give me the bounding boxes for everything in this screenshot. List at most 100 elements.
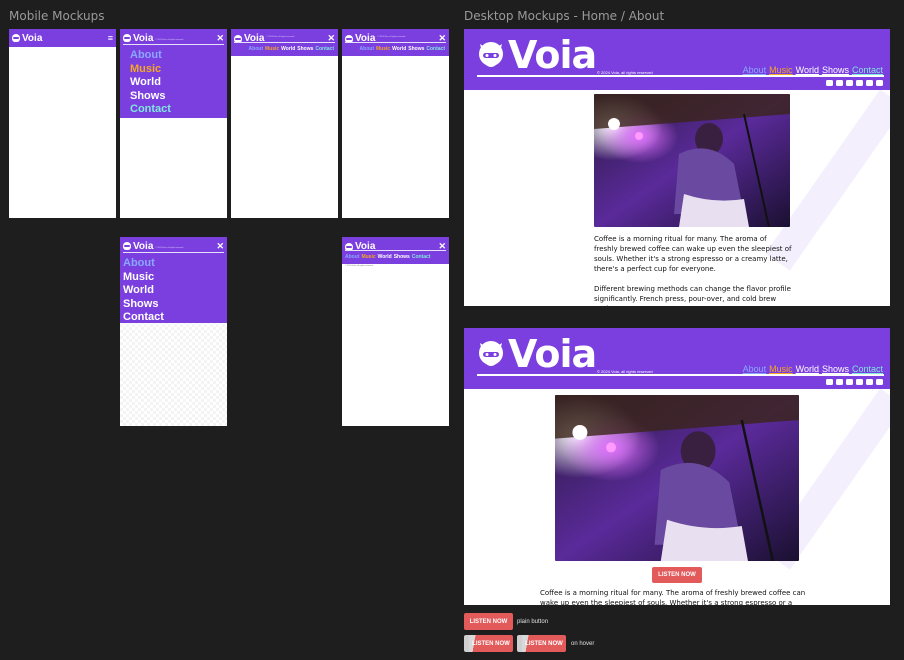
mini-copyright: © 2024 Voia, all rights reserved xyxy=(155,246,184,249)
nav-music[interactable]: Music xyxy=(361,254,375,260)
inline-nav: About Music World Shows Contact xyxy=(345,254,430,260)
nav-music[interactable]: Music xyxy=(769,364,793,374)
mobile-mockup-inline-nav-3: Voia ✕ About Music World Shows Contact ©… xyxy=(342,237,449,426)
youtube-icon[interactable] xyxy=(826,80,833,86)
header-underline xyxy=(123,252,224,253)
tiktok-icon[interactable] xyxy=(866,80,873,86)
menu-item-shows[interactable]: Shows xyxy=(123,298,217,312)
instagram-icon[interactable] xyxy=(846,80,853,86)
menu-item-about[interactable]: About xyxy=(130,49,217,63)
mobile-header: Voia © 2024 Voia, all rights reserved ✕ … xyxy=(231,29,338,56)
voia-logo-icon xyxy=(12,34,20,42)
mobile-header: Voia © 2024 Voia, all rights reserved ✕ … xyxy=(342,29,449,56)
discord-icon[interactable] xyxy=(836,80,843,86)
nav-about[interactable]: About xyxy=(743,364,767,374)
menu-item-shows[interactable]: Shows xyxy=(130,90,217,104)
nav-shows[interactable]: Shows xyxy=(297,46,313,52)
hamburger-icon[interactable]: ≡ xyxy=(108,33,113,43)
mobile-mockup-menu-open: Voia © 2024 Voia, all rights reserved ✕ … xyxy=(120,29,227,218)
logo[interactable]: Voia xyxy=(477,332,597,376)
desktop-mockup-about: Voia © 2024 Voia, all rights reserved Ab… xyxy=(464,328,890,605)
tiktok-icon[interactable] xyxy=(866,379,873,385)
soundcloud-icon[interactable] xyxy=(876,379,883,385)
nav-contact[interactable]: Contact xyxy=(852,364,883,374)
mobile-header: Voia © 2024 Voia, all rights reserved ✕ xyxy=(120,29,227,47)
listen-now-button-plain[interactable]: LISTEN NOW xyxy=(464,613,513,630)
brand-name: Voia xyxy=(508,33,597,77)
youtube-icon[interactable] xyxy=(826,379,833,385)
logo[interactable]: Voia xyxy=(123,241,153,252)
nav-world[interactable]: World xyxy=(281,46,295,52)
nav-music[interactable]: Music xyxy=(769,65,793,75)
menu-item-music[interactable]: Music xyxy=(130,63,217,77)
mobile-mockup-inline-nav: Voia © 2024 Voia, all rights reserved ✕ … xyxy=(231,29,338,218)
desktop-header: Voia © 2024 Voia, all rights reserved Ab… xyxy=(464,328,890,389)
menu-item-world[interactable]: World xyxy=(123,284,217,298)
nav-world[interactable]: World xyxy=(796,364,819,374)
mobile-header: Voia ✕ About Music World Shows Contact xyxy=(342,237,449,264)
mobile-mockup-inline-nav-2: Voia © 2024 Voia, all rights reserved ✕ … xyxy=(342,29,449,218)
nav-shows[interactable]: Shows xyxy=(822,364,849,374)
menu-item-contact[interactable]: Contact xyxy=(123,311,217,325)
close-icon[interactable]: ✕ xyxy=(216,33,224,44)
brand-name: Voia xyxy=(133,240,154,252)
header-underline xyxy=(477,75,884,77)
nav-shows[interactable]: Shows xyxy=(822,65,849,75)
nav-contact[interactable]: Contact xyxy=(426,46,445,52)
nav-shows[interactable]: Shows xyxy=(394,254,410,260)
instagram-icon[interactable] xyxy=(846,379,853,385)
mobile-mockup-closed: Voia ≡ xyxy=(9,29,116,218)
nav-world[interactable]: World xyxy=(378,254,392,260)
voia-logo-icon xyxy=(123,242,131,250)
voia-logo-icon xyxy=(477,40,505,70)
nav-music[interactable]: Music xyxy=(265,46,279,52)
menu-item-music[interactable]: Music xyxy=(123,271,217,285)
mobile-header: Voia ≡ xyxy=(9,29,116,47)
brand-name: Voia xyxy=(133,32,154,44)
inline-nav: About Music World Shows Contact xyxy=(249,46,334,52)
nav-contact[interactable]: Contact xyxy=(315,46,334,52)
nav-about[interactable]: About xyxy=(743,65,767,75)
listen-now-button-hover-a[interactable]: LISTEN NOW xyxy=(464,635,513,652)
menu-item-contact[interactable]: Contact xyxy=(130,103,217,117)
spotify-icon[interactable] xyxy=(856,80,863,86)
nav-contact[interactable]: Contact xyxy=(852,65,883,75)
about-paragraph-2: Different brewing methods can change the… xyxy=(594,285,791,306)
nav-about[interactable]: About xyxy=(360,46,374,52)
header-underline xyxy=(345,250,446,251)
nav-shows[interactable]: Shows xyxy=(408,46,424,52)
nav-world[interactable]: World xyxy=(392,46,406,52)
nav-about[interactable]: About xyxy=(249,46,263,52)
header-underline xyxy=(234,42,335,43)
listen-now-button-hover-b[interactable]: LISTEN NOW xyxy=(517,635,566,652)
mobile-header: Voia © 2024 Voia, all rights reserved ✕ xyxy=(120,237,227,255)
close-icon[interactable]: ✕ xyxy=(216,241,224,252)
about-paragraph: Coffee is a morning ritual for many. The… xyxy=(540,589,806,605)
social-links xyxy=(826,80,883,86)
soundcloud-icon[interactable] xyxy=(876,80,883,86)
desktop-section-title: Desktop Mockups - Home / About xyxy=(464,9,665,23)
menu-item-world[interactable]: World xyxy=(130,76,217,90)
brand-name: Voia xyxy=(508,332,597,376)
logo[interactable]: Voia xyxy=(123,33,153,44)
logo[interactable]: Voia xyxy=(12,33,42,44)
nav-about[interactable]: About xyxy=(345,254,359,260)
desktop-body: Coffee is a morning ritual for many. The… xyxy=(464,90,890,306)
logo[interactable]: Voia xyxy=(477,33,597,77)
nav-contact[interactable]: Contact xyxy=(412,254,431,260)
brand-name: Voia xyxy=(22,32,43,44)
discord-icon[interactable] xyxy=(836,379,843,385)
nav-music[interactable]: Music xyxy=(376,46,390,52)
listen-now-button[interactable]: LISTEN NOW xyxy=(652,567,702,583)
mobile-menu: About Music World Shows Contact xyxy=(120,255,227,323)
inline-nav: About Music World Shows Contact xyxy=(360,46,445,52)
desktop-nav: About Music World Shows Contact xyxy=(743,65,883,75)
nav-world[interactable]: World xyxy=(796,65,819,75)
mobile-section-title: Mobile Mockups xyxy=(9,9,105,23)
menu-item-about[interactable]: About xyxy=(123,257,217,271)
concert-photo xyxy=(555,395,799,561)
spotify-icon[interactable] xyxy=(856,379,863,385)
mobile-tiny-text: © 2024 Voia, all rights reserved xyxy=(345,265,373,267)
mini-copyright: © 2024 Voia, all rights reserved xyxy=(377,36,406,38)
concert-photo xyxy=(594,94,790,227)
